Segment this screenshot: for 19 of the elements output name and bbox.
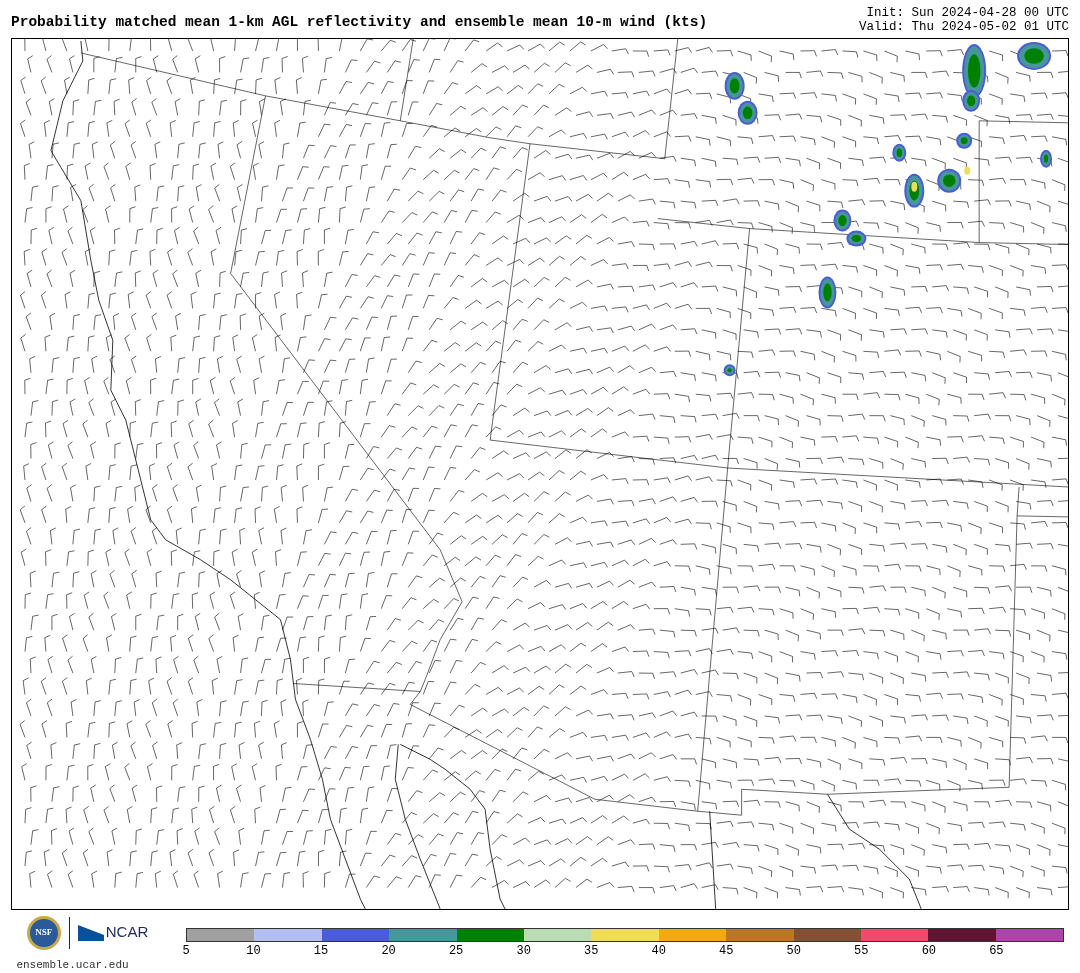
website-url: ensemble.ucar.edu [16, 957, 129, 973]
init-time: Init: Sun 2024-04-28 00 UTC [866, 6, 1069, 20]
colorbar-tick-label: 15 [313, 944, 329, 958]
colorbar-tick-label: 40 [651, 944, 666, 958]
chart-title: Probability matched mean 1-km AGL reflectivity and ensemble mean 10-m wind (kts) [11, 13, 708, 31]
colorbar-tick-label: 45 [719, 944, 734, 958]
colorbar-tick-label: 10 [246, 944, 261, 958]
colorbar-tick-label: 35 [584, 944, 599, 958]
colorbar-tick-label: 65 [989, 944, 1004, 958]
colorbar-tick-label: 25 [448, 944, 464, 958]
colorbar-tick-label: 5 [182, 944, 190, 958]
nsf-logo: NSF [26, 915, 61, 950]
valid-time: Valid: Thu 2024-05-02 01 UTC [858, 20, 1069, 34]
colorbar-tick-label: 50 [786, 944, 801, 958]
ncar-logo: NCAR [77, 921, 149, 944]
colorbar-tick-label: 30 [516, 944, 531, 958]
colorbar-tick-label: 60 [921, 944, 937, 958]
colorbar-tick-label: 20 [381, 944, 396, 958]
colorbar-tick-label: 55 [854, 944, 869, 958]
